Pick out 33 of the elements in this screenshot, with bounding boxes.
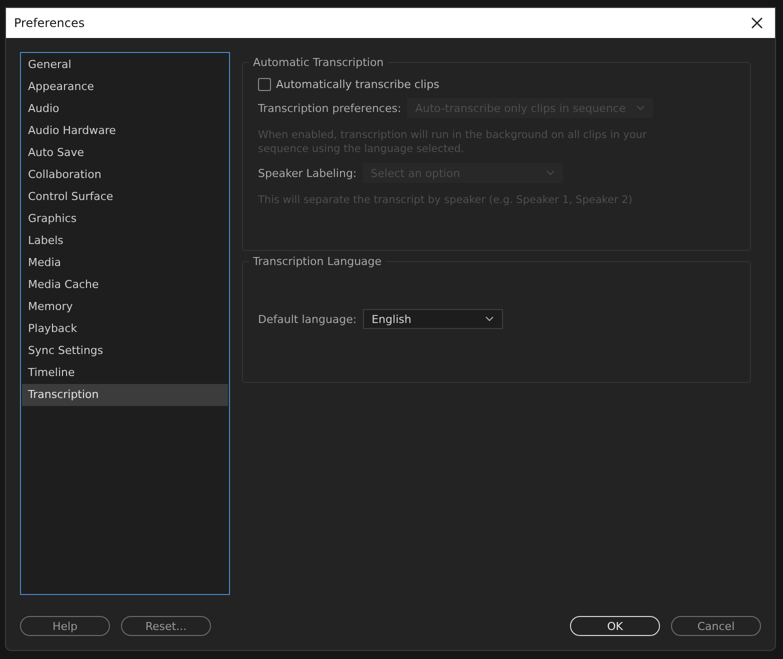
category-item[interactable]: Playback [22,318,228,340]
chevron-icon [636,105,645,111]
dropdown[interactable]: English [362,309,503,329]
dialog-button[interactable]: Reset... [121,616,211,636]
chevron-icon [484,316,494,322]
category-item[interactable]: Audio [22,98,228,120]
category-item[interactable]: General [22,54,228,76]
category-item[interactable]: Audio Hardware [22,120,228,142]
category-item[interactable]: Timeline [22,362,228,384]
category-item[interactable]: Media [22,252,228,274]
group-title: Automatic Transcription [249,56,388,69]
window-title: Preferences [14,16,85,30]
checkbox[interactable] [258,78,271,91]
field-label: Speaker Labeling: [258,166,357,180]
checkbox-label: Automatically transcribe clips [276,78,440,91]
category-item[interactable]: Transcription [22,384,228,406]
category-item[interactable]: Auto Save [22,142,228,164]
close-icon[interactable] [751,17,763,29]
category-item[interactable]: Control Surface [22,186,228,208]
category-item[interactable]: Sync Settings [22,340,228,362]
field-label: Transcription preferences: [258,102,402,114]
dialog-button[interactable]: OK [570,616,660,636]
group-title: Transcription Language [249,255,386,268]
category-item[interactable]: Memory [22,296,228,318]
dialog-button[interactable]: Help [20,616,110,636]
field-label: Default language: [258,312,357,326]
chevron-icon [546,170,555,176]
category-item[interactable]: Appearance [22,76,228,98]
category-item[interactable]: Media Cache [22,274,228,296]
category-item[interactable]: Labels [22,230,228,252]
category-item[interactable]: Collaboration [22,164,228,186]
category-item[interactable]: Graphics [22,208,228,230]
dialog-button[interactable]: Cancel [671,616,761,636]
